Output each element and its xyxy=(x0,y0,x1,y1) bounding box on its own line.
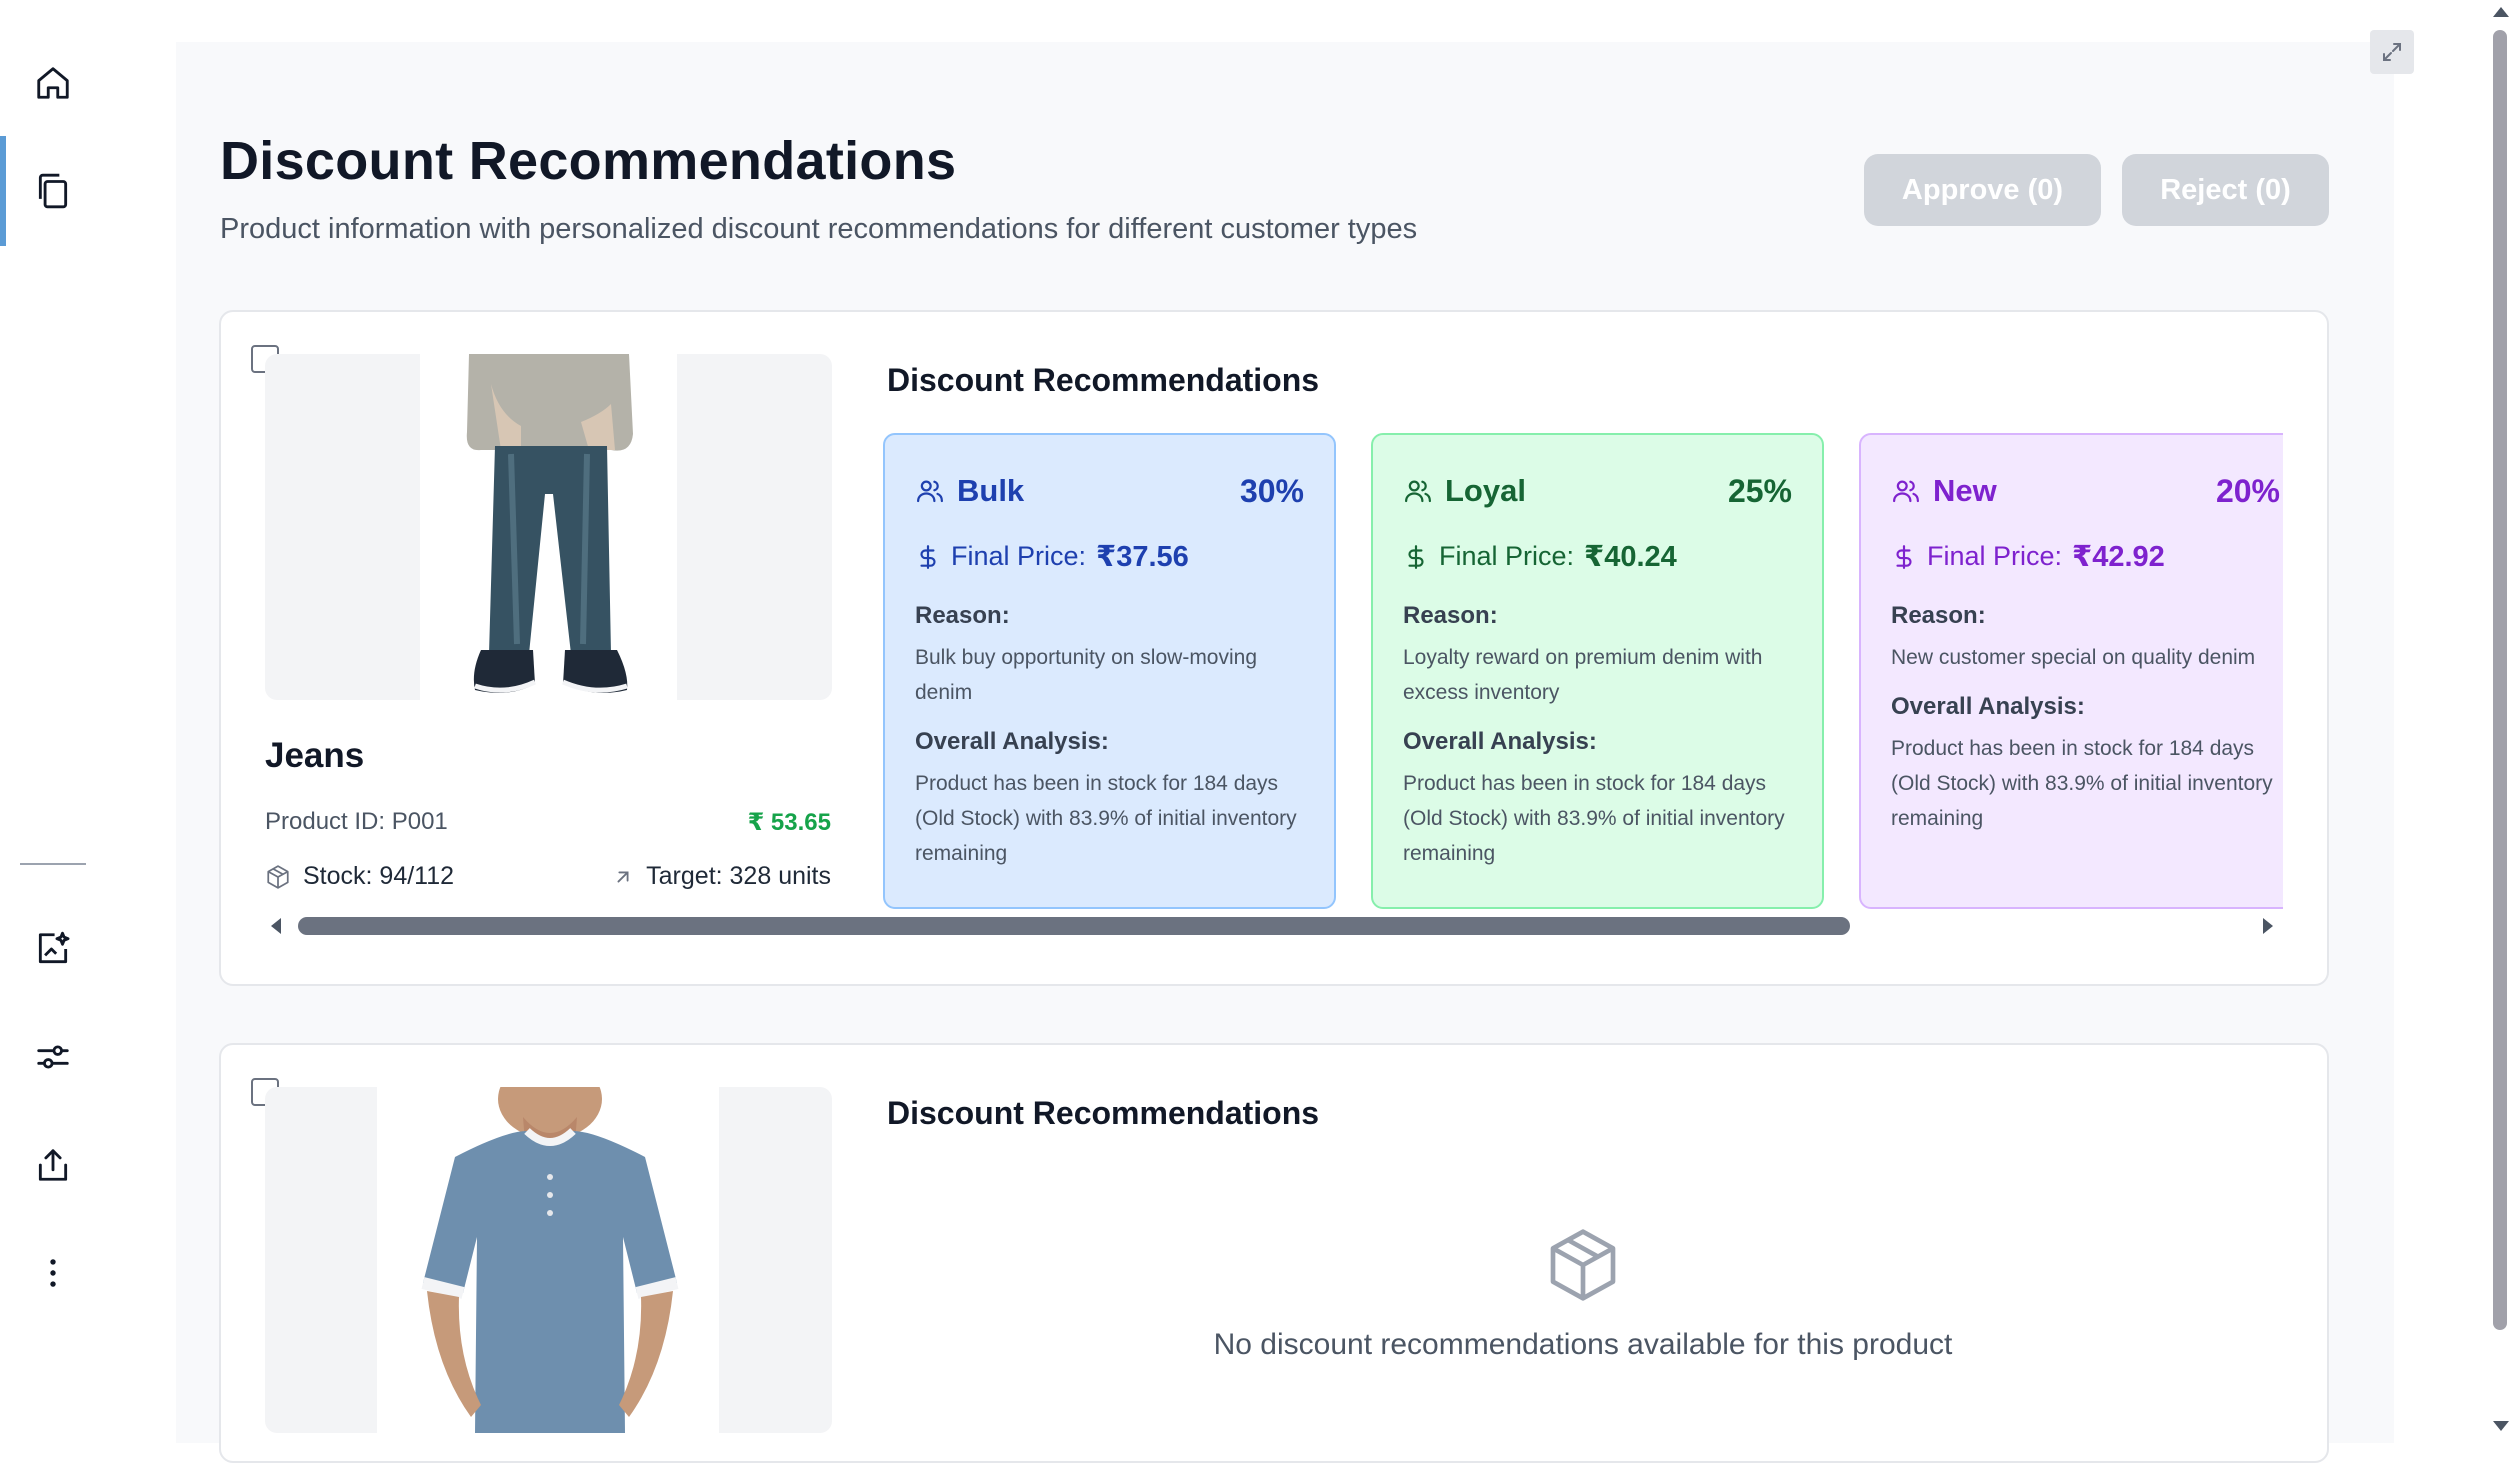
nav-settings-button[interactable] xyxy=(22,1026,84,1088)
approve-button[interactable]: Approve (0) xyxy=(1864,154,2101,226)
expand-button[interactable] xyxy=(2370,30,2414,74)
nav-divider xyxy=(20,863,86,865)
analysis-label: Overall Analysis: xyxy=(1891,693,2085,720)
recommendations-carousel[interactable]: Bulk 30% Final Price: ₹37.56 Reason: Bul… xyxy=(883,433,2283,913)
share-icon xyxy=(38,1149,68,1181)
analysis-label: Overall Analysis: xyxy=(1403,728,1597,755)
final-price-label: Final Price: xyxy=(951,541,1087,571)
final-price-value: ₹37.56 xyxy=(1096,541,1189,573)
reason-text: Loyalty reward on premium denim with exc… xyxy=(1403,646,1763,704)
users-icon xyxy=(1893,480,1919,503)
final-price-label: Final Price: xyxy=(1439,541,1575,571)
horizontal-scrollbar[interactable] xyxy=(262,911,2282,941)
scroll-right-arrow-icon[interactable] xyxy=(2260,917,2276,935)
reason-label: Reason: xyxy=(1891,602,1986,629)
section-title: Discount Recommendations xyxy=(887,1095,1320,1131)
final-price-label: Final Price: xyxy=(1927,541,2063,571)
package-icon xyxy=(1550,1229,1616,1301)
stock-info: Stock: 94/112 xyxy=(265,862,454,891)
home-icon xyxy=(37,67,69,99)
package-icon xyxy=(267,864,289,889)
left-nav-rail xyxy=(0,0,110,1443)
nav-home-button[interactable] xyxy=(22,52,84,114)
jeans-photo-icon xyxy=(466,354,633,693)
analysis-text: Product has been in stock for 184 days (… xyxy=(1403,772,1785,865)
product-name: Jeans xyxy=(265,736,365,775)
product-price: ₹ 53.65 xyxy=(747,809,831,836)
analysis-text: Product has been in stock for 184 days (… xyxy=(915,772,1297,865)
target-info: Target: 328 units xyxy=(612,862,831,891)
analysis-label: Overall Analysis: xyxy=(915,728,1109,755)
copy-icon xyxy=(38,173,68,209)
reason-label: Reason: xyxy=(1403,602,1498,629)
dollar-icon xyxy=(1896,544,1912,569)
product-card: Jeans Product ID: P001 ₹ 53.65 Stock: 94… xyxy=(219,310,2329,986)
customer-type-label: New xyxy=(1933,473,1997,508)
customer-type-label: Bulk xyxy=(957,473,1025,508)
chart-sparkle-icon xyxy=(38,931,70,964)
nav-documents-button[interactable] xyxy=(22,160,84,222)
nav-insights-button[interactable] xyxy=(22,918,84,980)
dollar-icon xyxy=(920,544,936,569)
page-title: Discount Recommendations xyxy=(220,131,957,191)
reason-text: New customer special on quality denim xyxy=(1891,646,2256,669)
arrow-up-right-icon xyxy=(617,871,629,882)
nav-more-button[interactable] xyxy=(22,1242,84,1304)
analysis-text: Product has been in stock for 184 days (… xyxy=(1891,737,2273,830)
nav-share-button[interactable] xyxy=(22,1134,84,1196)
product-image xyxy=(265,1087,832,1433)
recommendation-card-loyal[interactable]: Loyal 25% Final Price: ₹40.24 Reason: Lo… xyxy=(1371,433,1824,909)
users-icon xyxy=(917,480,943,503)
empty-state: No discount recommendations available fo… xyxy=(883,1225,2283,1362)
more-vertical-icon xyxy=(50,1259,56,1287)
final-price-value: ₹40.24 xyxy=(1584,541,1677,573)
vertical-scrollbar[interactable] xyxy=(2488,0,2516,1443)
empty-state-message: No discount recommendations available fo… xyxy=(1213,1328,1953,1361)
discount-percent: 30% xyxy=(1239,472,1304,509)
target-text: Target: 328 units xyxy=(646,862,831,890)
users-icon xyxy=(1405,480,1431,503)
dollar-icon xyxy=(1408,544,1424,569)
section-title: Discount Recommendations xyxy=(887,362,1320,398)
active-nav-indicator xyxy=(0,136,6,246)
reason-text: Bulk buy opportunity on slow-moving deni… xyxy=(915,646,1258,704)
tshirt-photo-icon xyxy=(421,1087,679,1433)
product-image xyxy=(265,354,832,700)
expand-icon xyxy=(2383,43,2401,61)
stock-text: Stock: 94/112 xyxy=(303,862,455,890)
scroll-up-arrow-icon[interactable] xyxy=(2492,4,2510,20)
customer-type-label: Loyal xyxy=(1445,473,1526,508)
final-price-value: ₹42.92 xyxy=(2072,541,2165,573)
product-id: Product ID: P001 xyxy=(265,808,448,835)
recommendation-card-bulk[interactable]: Bulk 30% Final Price: ₹37.56 Reason: Bul… xyxy=(883,433,1336,909)
scroll-down-arrow-icon[interactable] xyxy=(2492,1418,2510,1434)
sliders-icon xyxy=(37,1045,69,1069)
scroll-left-arrow-icon[interactable] xyxy=(268,917,284,935)
page-subtitle: Product information with personalized di… xyxy=(220,213,1418,245)
discount-percent: 20% xyxy=(2215,472,2280,509)
reason-label: Reason: xyxy=(915,602,1010,629)
recommendation-card-new[interactable]: New 20% Final Price: ₹42.92 Reason: New … xyxy=(1859,433,2283,909)
product-card: Discount Recommendations No discount rec… xyxy=(219,1043,2329,1463)
vertical-scrollbar-thumb[interactable] xyxy=(2493,30,2507,1330)
reject-button[interactable]: Reject (0) xyxy=(2122,154,2329,226)
discount-percent: 25% xyxy=(1727,472,1792,509)
horizontal-scrollbar-thumb[interactable] xyxy=(298,917,1850,935)
